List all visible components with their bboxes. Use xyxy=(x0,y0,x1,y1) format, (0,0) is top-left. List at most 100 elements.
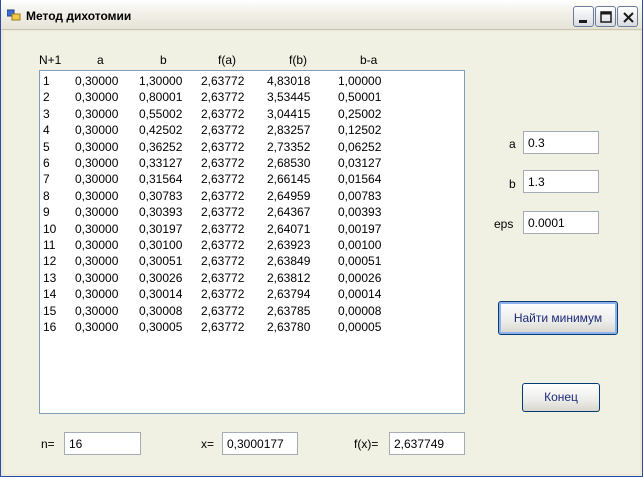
cell-a-value: 0,30000 xyxy=(75,320,119,334)
cell-fb-value: 2,83257 xyxy=(267,123,311,138)
cell-fa-value: 2,63772 xyxy=(201,320,245,334)
cell-fa-value: 2,63772 xyxy=(201,303,245,318)
cell-fa-value: 2,63772 xyxy=(201,287,245,302)
table-row[interactable]: 12 0,30000 0,30051 2,63772 2,63849 0,00051 xyxy=(40,254,460,270)
cell-b-value: 0,30026 xyxy=(139,270,183,285)
cell-a-value: 0,30000 xyxy=(75,106,119,121)
cell-b-value: 0,30051 xyxy=(139,254,183,269)
cell-a-value: 0,30000 xyxy=(75,303,119,318)
end-button[interactable]: Конец xyxy=(522,383,600,412)
table-row[interactable]: 6 0,30000 0,33127 2,63772 2,68530 0,03127 xyxy=(40,156,460,172)
close-button[interactable] xyxy=(617,6,638,27)
cell-fb-value: 2,63780 xyxy=(267,320,311,334)
table-row[interactable]: 1 0,30000 1,30000 2,63772 4,83018 1,00000 xyxy=(40,74,460,90)
table-row[interactable]: 8 0,30000 0,30783 2,63772 2,64959 0,00783 xyxy=(40,189,460,205)
table-row[interactable]: 5 0,30000 0,36252 2,63772 2,73352 0,06252 xyxy=(40,140,460,156)
table-row[interactable]: 10 0,30000 0,30197 2,63772 2,64071 0,00197 xyxy=(40,222,460,238)
cell-ba-value: 0,00008 xyxy=(338,303,382,318)
cell-fb-value: 2,68530 xyxy=(267,156,311,170)
cell-ba-value: 0,01564 xyxy=(338,172,382,187)
cell-fa-value: 2,63772 xyxy=(201,139,245,154)
cell-fa-value: 2,63772 xyxy=(201,74,245,88)
cell-b-value: 0,30393 xyxy=(139,205,183,220)
table-row[interactable]: 15 0,30000 0,30008 2,63772 2,63785 0,00008 xyxy=(40,304,460,320)
cell-fa-value: 2,63772 xyxy=(201,156,245,170)
cell-fb-value: 3,53445 xyxy=(267,90,311,105)
a-label: a xyxy=(509,137,516,151)
table-row[interactable]: 9 0,30000 0,30393 2,63772 2,64367 0,00393 xyxy=(40,205,460,221)
column-header-a: a xyxy=(97,53,104,67)
eps-input[interactable]: 0.0001 xyxy=(523,211,599,234)
find-minimum-button[interactable]: Найти минимум xyxy=(498,301,618,335)
table-row[interactable]: 13 0,30000 0,30026 2,63772 2,63812 0,00026 xyxy=(40,271,460,287)
cell-ba-value: 0,00051 xyxy=(338,254,382,269)
cell-row-number: 5 xyxy=(43,139,50,154)
title-bar[interactable]: Метод дихотомии xyxy=(1,0,642,30)
minimize-icon xyxy=(579,20,587,23)
cell-fa-value: 2,63772 xyxy=(201,254,245,269)
column-header-ba: b-a xyxy=(360,53,378,67)
cell-fa-value: 2,63772 xyxy=(201,123,245,138)
cell-row-number: 9 xyxy=(43,205,50,220)
table-row[interactable]: 11 0,30000 0,30100 2,63772 2,63923 0,00100 xyxy=(40,238,460,254)
cell-fb-value: 2,63923 xyxy=(267,238,311,252)
cell-fb-value: 4,83018 xyxy=(267,74,311,88)
cell-fb-value: 2,64071 xyxy=(267,221,311,236)
cell-row-number: 11 xyxy=(43,238,56,252)
column-header-fa: f(a) xyxy=(218,53,236,67)
table-row[interactable]: 2 0,30000 0,80001 2,63772 3,53445 0,50001 xyxy=(40,90,460,106)
cell-a-value: 0,30000 xyxy=(75,123,119,138)
cell-ba-value: 0,00014 xyxy=(338,287,382,302)
a-input[interactable]: 0.3 xyxy=(523,131,599,154)
cell-b-value: 0,31564 xyxy=(139,172,183,187)
cell-fa-value: 2,63772 xyxy=(201,172,245,187)
cell-a-value: 0,30000 xyxy=(75,270,119,285)
x-label: x= xyxy=(201,437,215,451)
cell-row-number: 8 xyxy=(43,188,50,203)
cell-a-value: 0,30000 xyxy=(75,238,119,252)
cell-b-value: 0,30008 xyxy=(139,303,183,318)
form-client-area: N+1 a b f(a) f(b) b-a 1 0,30000 1,30000 2,6… xyxy=(4,31,640,474)
cell-fa-value: 2,63772 xyxy=(201,270,245,285)
fx-output[interactable]: 2,637749 xyxy=(389,432,465,455)
app-icon xyxy=(6,9,21,21)
results-listbox[interactable]: 1 0,30000 1,30000 2,63772 4,83018 1,00000 2 0,3… xyxy=(39,70,465,414)
cell-ba-value: 1,00000 xyxy=(338,74,382,88)
maximize-button[interactable] xyxy=(595,6,616,27)
cell-ba-value: 0,03127 xyxy=(338,156,382,170)
main-window: Метод дихотомии N+1 a b f(a) f(b) b-a 1 … xyxy=(0,0,643,477)
table-row[interactable]: 16 0,30000 0,30005 2,63772 2,63780 0,00005 xyxy=(40,320,460,336)
cell-b-value: 0,30783 xyxy=(139,188,183,203)
x-output[interactable]: 0,3000177 xyxy=(222,432,298,455)
cell-b-value: 0,33127 xyxy=(139,156,183,170)
cell-ba-value: 0,00783 xyxy=(338,188,382,203)
cell-fb-value: 2,63785 xyxy=(267,303,311,318)
table-row[interactable]: 3 0,30000 0,55002 2,63772 3,04415 0,25002 xyxy=(40,107,460,123)
cell-ba-value: 0,00100 xyxy=(338,238,382,252)
cell-ba-value: 0,00005 xyxy=(338,320,382,334)
cell-b-value: 0,30100 xyxy=(139,238,183,252)
cell-b-value: 1,30000 xyxy=(139,74,183,88)
cell-b-value: 0,30005 xyxy=(139,320,183,334)
cell-row-number: 3 xyxy=(43,106,50,121)
cell-b-value: 0,55002 xyxy=(139,106,183,121)
b-input[interactable]: 1.3 xyxy=(523,170,599,193)
table-row[interactable]: 7 0,30000 0,31564 2,63772 2,66145 0,01564 xyxy=(40,172,460,188)
cell-b-value: 0,30197 xyxy=(139,221,183,236)
cell-fb-value: 2,63849 xyxy=(267,254,311,269)
cell-fb-value: 2,64959 xyxy=(267,188,311,203)
b-label: b xyxy=(509,177,516,191)
cell-row-number: 4 xyxy=(43,123,50,138)
n-output[interactable]: 16 xyxy=(64,432,141,455)
table-row[interactable]: 4 0,30000 0,42502 2,63772 2,83257 0,12502 xyxy=(40,123,460,139)
cell-row-number: 6 xyxy=(43,156,50,170)
cell-fa-value: 2,63772 xyxy=(201,238,245,252)
cell-row-number: 1 xyxy=(43,74,50,88)
cell-ba-value: 0,00026 xyxy=(338,270,382,285)
cell-row-number: 15 xyxy=(43,303,57,318)
n-label: n= xyxy=(41,437,55,451)
table-row[interactable]: 14 0,30000 0,30014 2,63772 2,63794 0,00014 xyxy=(40,287,460,303)
maximize-icon xyxy=(600,11,612,23)
cell-fb-value: 2,66145 xyxy=(267,172,311,187)
minimize-button[interactable] xyxy=(573,6,594,27)
